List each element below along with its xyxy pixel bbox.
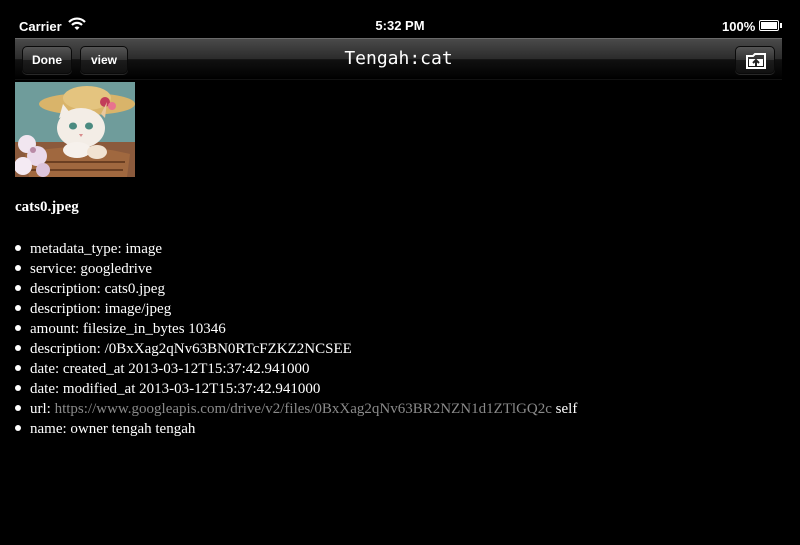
metadata-list: metadata_type: image service: googledriv…	[15, 239, 577, 439]
navigation-bar: Done view Tengah:cat	[15, 38, 782, 80]
cat-image	[15, 82, 135, 177]
page-title: Tengah:cat	[344, 48, 453, 69]
status-time: 5:32 PM	[375, 18, 425, 33]
list-item: description: /0BxXag2qNv63BN0RTcFZKZ2NCS…	[15, 339, 577, 359]
list-item: amount: filesize_in_bytes 10346	[15, 319, 577, 339]
battery-icon	[759, 20, 782, 31]
folder-upload-icon	[746, 53, 766, 69]
list-item: description: cats0.jpeg	[15, 279, 577, 299]
list-item: date: created_at 2013-03-12T15:37:42.941…	[15, 359, 577, 379]
cat-thumbnail[interactable]	[15, 82, 135, 177]
file-name: cats0.jpeg	[15, 199, 79, 215]
url-suffix: self	[551, 401, 578, 417]
list-item: description: image/jpeg	[15, 299, 577, 319]
folder-button[interactable]	[735, 46, 775, 74]
battery-percent: 100%	[722, 19, 756, 34]
list-item: service: googledrive	[15, 259, 577, 279]
list-item-url: url: https://www.googleapis.com/drive/v2…	[15, 399, 577, 419]
list-item: name: owner tengah tengah	[15, 419, 577, 439]
url-prefix: url:	[30, 401, 55, 417]
status-bar: Carrier 5:32 PM 100%	[0, 0, 800, 38]
list-item: metadata_type: image	[15, 239, 577, 259]
file-detail: cats0.jpeg metadata_type: image service:…	[15, 80, 782, 545]
url-link[interactable]: https://www.googleapis.com/drive/v2/file…	[55, 401, 552, 417]
list-item: date: modified_at 2013-03-12T15:37:42.94…	[15, 379, 577, 399]
